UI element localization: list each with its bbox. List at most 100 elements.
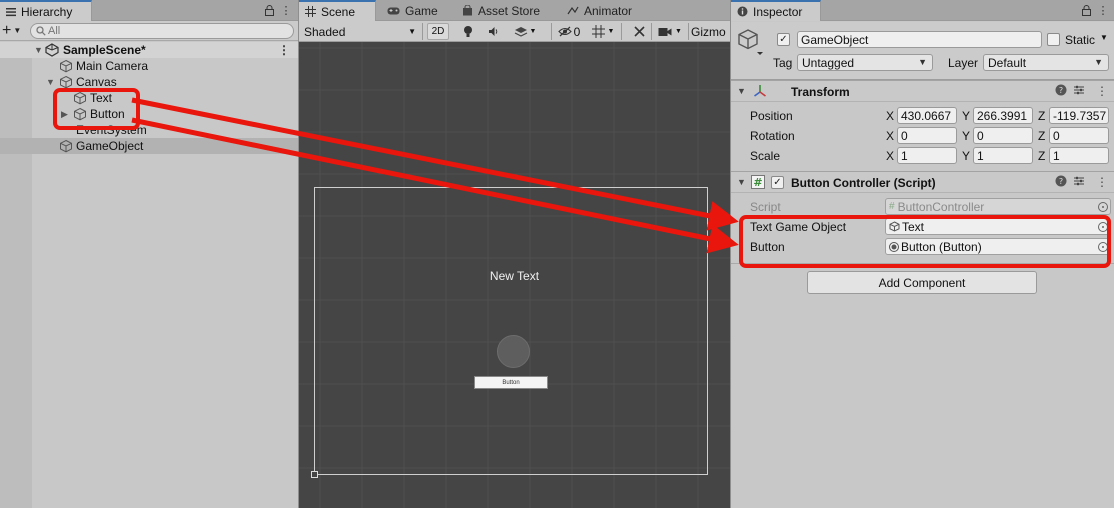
lock-icon[interactable] <box>263 3 275 17</box>
tab-hierarchy[interactable]: Hierarchy <box>0 0 92 21</box>
scale-y-field[interactable]: 1 <box>973 147 1033 164</box>
panel-divider[interactable] <box>298 0 299 508</box>
shading-mode-dropdown[interactable]: Shaded ▼ <box>301 23 419 40</box>
axis-y-label[interactable]: Y <box>962 129 970 143</box>
axis-x-label[interactable]: X <box>886 109 894 123</box>
hierarchy-item-gameobject[interactable]: GameObject <box>0 138 298 154</box>
chevron-down-icon: ▼ <box>408 27 416 36</box>
component-menu-icon[interactable]: ⋮ <box>1096 84 1108 98</box>
static-checkbox[interactable] <box>1047 33 1060 46</box>
panel-menu-icon[interactable]: ⋮ <box>1097 3 1109 17</box>
help-icon[interactable]: ? <box>1055 175 1067 187</box>
position-label: Position <box>750 109 793 123</box>
rotation-x-field[interactable]: 0 <box>897 127 957 144</box>
axis-y-label[interactable]: Y <box>962 109 970 123</box>
tab-animator[interactable]: Animator <box>561 0 632 21</box>
field-value: 1 <box>901 148 908 163</box>
toggle-2d-button[interactable]: 2D <box>427 23 449 40</box>
expand-arrow-icon[interactable]: ▼ <box>34 45 44 55</box>
script-hash-icon: # <box>751 175 765 189</box>
hierarchy-item-button[interactable]: ▶ Button <box>0 106 298 122</box>
tools-icon[interactable] <box>632 23 646 40</box>
tab-inspector[interactable]: Inspector <box>731 0 821 21</box>
gameobject-cube-icon <box>73 91 87 105</box>
layers-icon <box>514 26 528 38</box>
component-menu-icon[interactable]: ⋮ <box>1096 175 1108 189</box>
presets-icon[interactable] <box>1073 175 1085 187</box>
scale-x-field[interactable]: 1 <box>897 147 957 164</box>
script-component-header[interactable]: ▼ # ✓ Button Controller (Script) ? ⋮ <box>731 171 1114 193</box>
axis-z-label[interactable]: Z <box>1038 109 1045 123</box>
axis-y-label[interactable]: Y <box>962 149 970 163</box>
svg-text:#: # <box>753 176 762 189</box>
gameobject-cube-icon[interactable] <box>737 28 763 56</box>
component-enabled-checkbox[interactable]: ✓ <box>771 176 784 189</box>
chevron-down-icon: ▼ <box>675 28 682 35</box>
search-input[interactable] <box>48 25 268 37</box>
axis-z-label[interactable]: Z <box>1038 149 1045 163</box>
create-button[interactable]: + ▼ <box>2 22 28 39</box>
object-name-field[interactable]: GameObject <box>797 31 1042 48</box>
panel-menu-icon[interactable]: ⋮ <box>280 3 292 17</box>
hierarchy-item-main-camera[interactable]: Main Camera <box>0 58 298 74</box>
hierarchy-search[interactable] <box>30 23 294 39</box>
panel-divider[interactable] <box>730 0 731 508</box>
position-z-field[interactable]: -119.7357 <box>1049 107 1109 124</box>
camera-dropdown[interactable]: ▼ <box>655 23 685 40</box>
add-component-button[interactable]: Add Component <box>807 271 1037 294</box>
object-picker-icon[interactable] <box>1098 242 1108 252</box>
audio-icon[interactable] <box>487 23 501 40</box>
field-value: 0 <box>1053 128 1060 143</box>
scene-menu-icon[interactable]: ⋮ <box>278 43 290 57</box>
transform-header[interactable]: ▼ Transform ? ⋮ <box>731 80 1114 102</box>
hidden-objects-toggle[interactable]: 0 <box>556 23 582 40</box>
hierarchy-item-eventsystem[interactable]: EventSystem <box>0 122 298 138</box>
chevron-down-icon[interactable]: ▼ <box>1100 33 1108 42</box>
effects-dropdown[interactable]: ▼ <box>512 23 538 40</box>
presets-icon[interactable] <box>1073 84 1085 96</box>
script-component-title: Button Controller (Script) <box>791 176 936 190</box>
hierarchy-tabstrip: Hierarchy ⋮ <box>0 0 298 21</box>
text-game-object-field[interactable]: Text <box>885 218 1111 235</box>
position-x-field[interactable]: 430.0667 <box>897 107 957 124</box>
chevron-down-icon: ▼ <box>529 28 537 35</box>
hierarchy-item-canvas[interactable]: ▼ Canvas <box>0 74 298 90</box>
hierarchy-item-text[interactable]: Text <box>0 90 298 106</box>
expand-arrow-icon[interactable]: ▼ <box>46 77 56 87</box>
tab-scene[interactable]: Scene <box>299 0 376 21</box>
foldout-arrow-icon[interactable]: ▼ <box>737 177 746 187</box>
lighting-icon[interactable] <box>461 23 475 40</box>
grid-snap-dropdown[interactable]: ▼ <box>589 23 617 40</box>
collapse-arrow-icon[interactable]: ▶ <box>61 109 71 119</box>
tag-dropdown[interactable]: Untagged ▼ <box>797 54 933 71</box>
tab-game[interactable]: Game <box>381 0 438 21</box>
object-picker-icon[interactable] <box>1098 222 1108 232</box>
gizmos-dropdown[interactable]: Gizmo <box>691 23 729 40</box>
axis-x-label[interactable]: X <box>886 129 894 143</box>
scene-viewport[interactable]: New Text Button <box>299 42 730 508</box>
scene-circle-object[interactable] <box>497 335 530 368</box>
active-checkbox[interactable]: ✓ <box>777 33 790 46</box>
position-y-field[interactable]: 266.3991 <box>973 107 1033 124</box>
button-field[interactable]: Button (Button) <box>885 238 1111 255</box>
rotation-y-field[interactable]: 0 <box>973 127 1033 144</box>
scene-button-object[interactable]: Button <box>474 376 548 389</box>
help-icon[interactable]: ? <box>1055 84 1067 96</box>
rotation-z-field[interactable]: 0 <box>1049 127 1109 144</box>
field-value: 266.3991 <box>977 108 1028 123</box>
camera-icon <box>658 27 672 37</box>
lock-icon[interactable] <box>1080 3 1092 17</box>
tag-value: Untagged <box>802 55 855 70</box>
shopping-bag-icon <box>462 5 473 16</box>
grid-icon <box>305 6 316 17</box>
axis-x-label[interactable]: X <box>886 149 894 163</box>
scene-row[interactable]: ▼ SampleScene* ⋮ <box>0 42 298 58</box>
hierarchy-item-label: EventSystem <box>76 123 147 137</box>
scene-text-object[interactable]: New Text <box>299 269 730 283</box>
tab-asset-store[interactable]: Asset Store <box>456 0 540 21</box>
axis-z-label[interactable]: Z <box>1038 129 1045 143</box>
scale-z-field[interactable]: 1 <box>1049 147 1109 164</box>
canvas-corner-handle[interactable] <box>311 471 318 478</box>
layer-dropdown[interactable]: Default ▼ <box>983 54 1109 71</box>
foldout-arrow-icon[interactable]: ▼ <box>737 86 746 96</box>
